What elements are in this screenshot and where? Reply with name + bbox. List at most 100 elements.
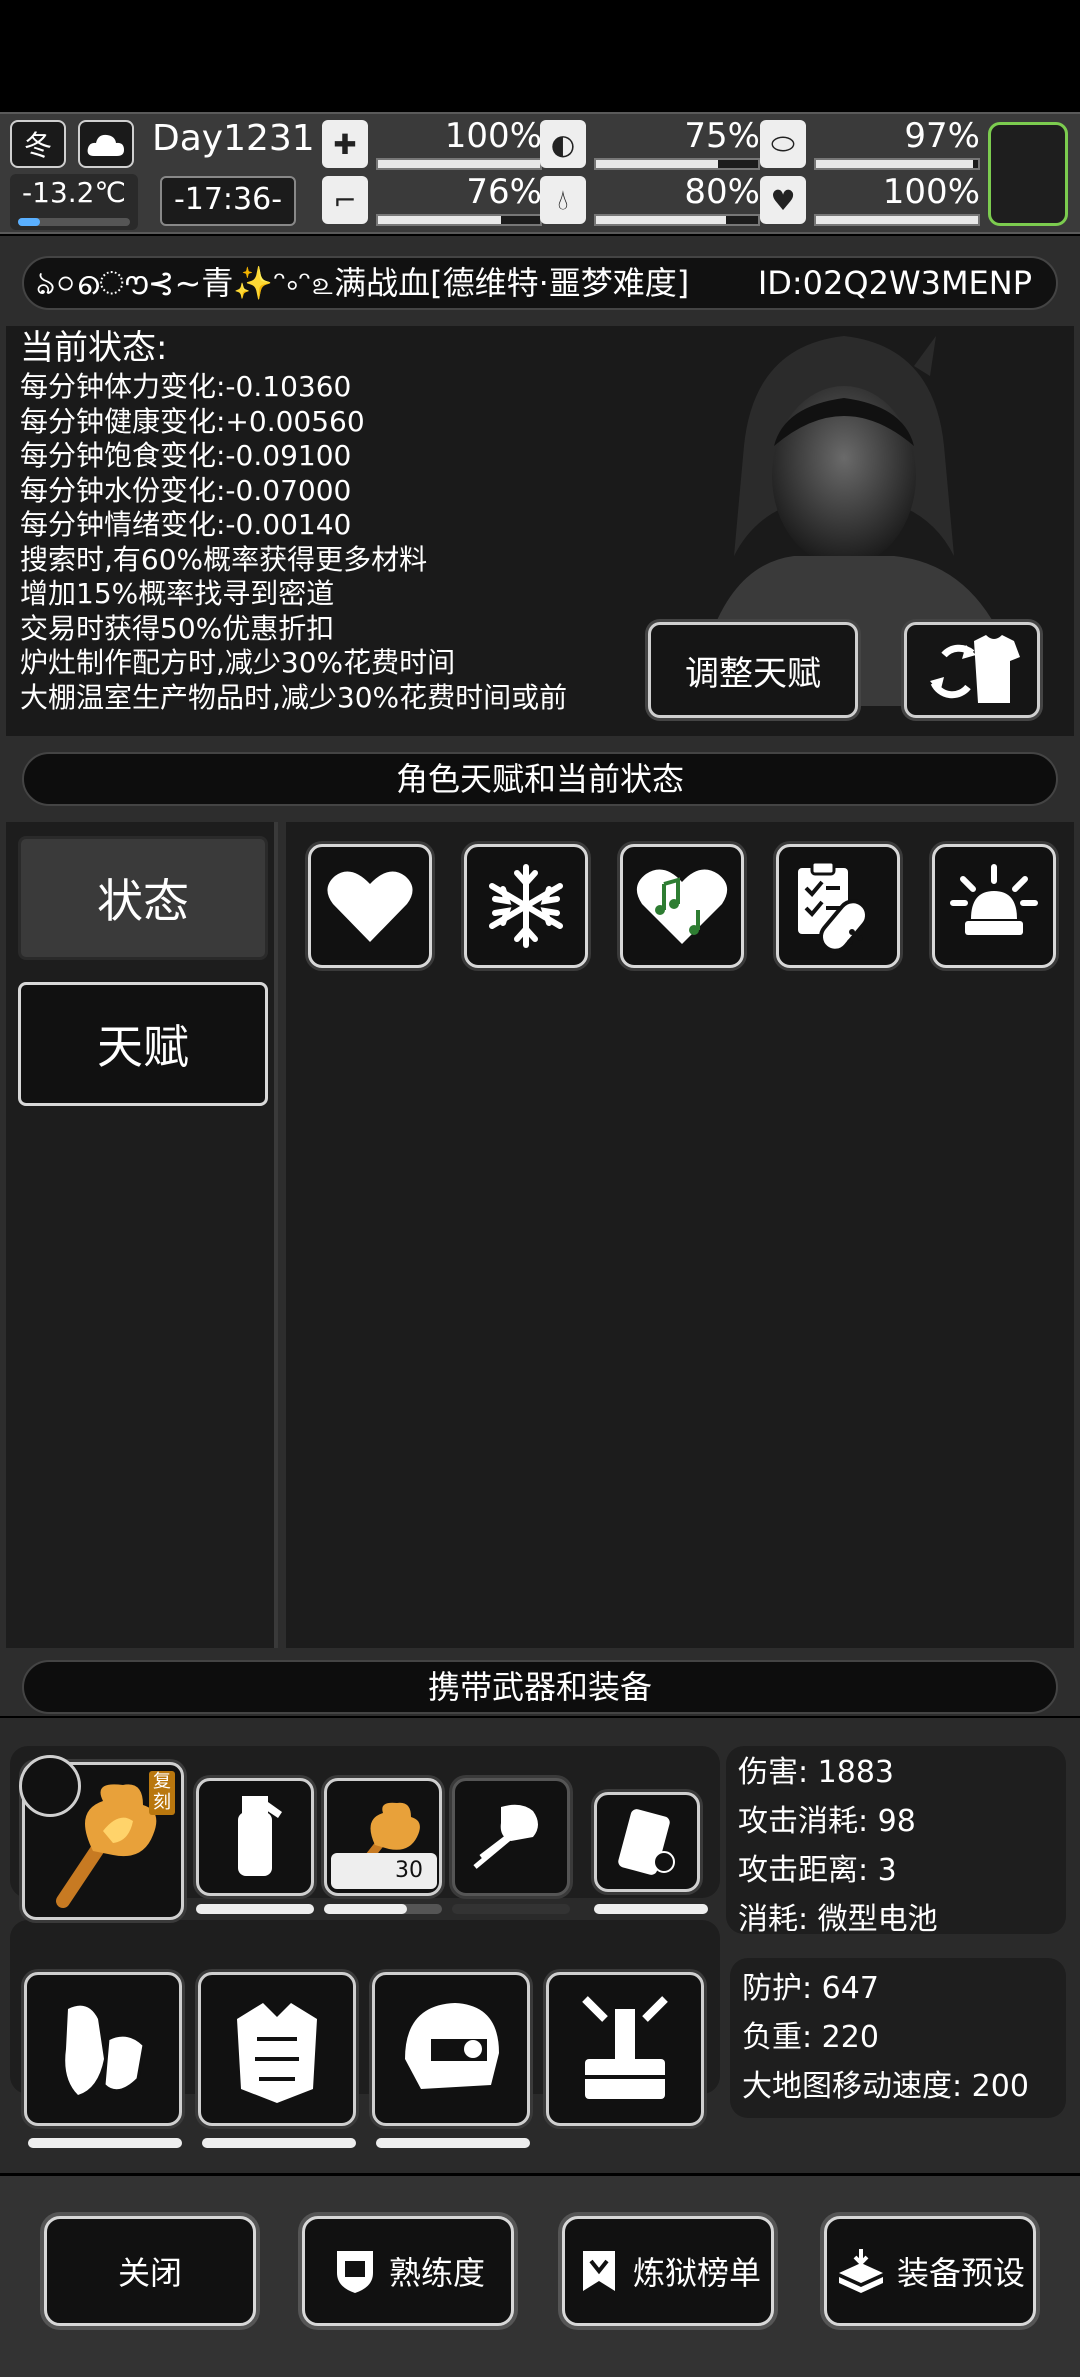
medkit-icon: ✚ bbox=[322, 120, 368, 168]
tab-talent[interactable]: 天赋 bbox=[18, 982, 268, 1106]
water-bar bbox=[594, 214, 760, 226]
gloves-slot[interactable] bbox=[24, 1972, 182, 2126]
weapon-switch-indicator bbox=[19, 1755, 81, 1817]
battery-device-icon bbox=[618, 1809, 675, 1875]
status-line: 每分钟水份变化:-0.07000 bbox=[20, 473, 352, 507]
walk-stat: ⌐ 76% bbox=[322, 172, 542, 228]
grenade-durability bbox=[196, 1904, 314, 1914]
mood-bar bbox=[814, 214, 980, 226]
battery-slot[interactable] bbox=[594, 1792, 700, 1892]
attack-cost-stat: 攻击消耗: 98 bbox=[738, 1804, 916, 1839]
current-status-panel: 当前状态: 每分钟体力变化:-0.10360 每分钟健康变化:+0.00560 … bbox=[6, 326, 1074, 736]
close-label: 关闭 bbox=[117, 2254, 182, 2292]
bottom-action-bar: 关闭 熟练度 炼狱榜单 装备预设 bbox=[0, 2176, 1080, 2377]
proficiency-button[interactable]: 熟练度 bbox=[302, 2216, 514, 2326]
status-line: 每分钟饱食变化:-0.09100 bbox=[20, 439, 352, 472]
water-drop-icon: 💧︎ bbox=[540, 176, 586, 224]
armor-stats: 防护: 647 负重: 220 大地图移动速度: 200 bbox=[730, 1958, 1066, 2118]
satiety-value: 75% bbox=[684, 116, 760, 156]
equipment-section-header: 携带武器和装备 bbox=[22, 1660, 1058, 1714]
close-button[interactable]: 关闭 bbox=[44, 2216, 256, 2326]
medicine-icon[interactable] bbox=[776, 844, 900, 968]
outfit-swap-icon bbox=[930, 635, 1020, 703]
ammo-count: 30 bbox=[395, 1858, 423, 1883]
water-value: 80% bbox=[684, 172, 760, 212]
season-icon: 冬 bbox=[10, 120, 66, 168]
proficiency-label: 熟练度 bbox=[388, 2254, 485, 2292]
consumption-stat: 消耗: 微型电池 bbox=[738, 1902, 938, 1937]
defense-stat: 防护: 647 bbox=[742, 1971, 879, 2006]
body-armor-icon bbox=[237, 2003, 317, 2103]
fist-durability bbox=[452, 1904, 570, 1914]
offhand-durability bbox=[324, 1904, 442, 1914]
status-line: 每分钟体力变化:-0.10360 bbox=[20, 370, 352, 403]
music-heart-icon[interactable] bbox=[620, 844, 744, 968]
body-armor-slot[interactable] bbox=[198, 1972, 356, 2126]
player-id: ID:02Q2W3MENP bbox=[757, 264, 1032, 302]
heart-icon[interactable] bbox=[308, 844, 432, 968]
status-line: 每分钟健康变化:+0.00560 bbox=[20, 404, 365, 438]
status-line: 搜索时,有60%概率获得更多材料 bbox=[20, 542, 428, 576]
equipment-preset-button[interactable]: 装备预设 bbox=[824, 2216, 1036, 2326]
gloves-durability bbox=[28, 2138, 182, 2148]
map-speed-stat: 大地图移动速度: 200 bbox=[742, 2069, 1029, 2104]
helmet-icon bbox=[405, 2003, 499, 2089]
battery-durability bbox=[594, 1904, 708, 1914]
temperature-bar bbox=[18, 218, 130, 226]
gloves-icon bbox=[65, 2005, 146, 2095]
equipment-panel: 复刻 30 伤害: 1883 攻击消耗: 98 攻击距离: 3 消耗: 微型电池… bbox=[0, 1718, 1080, 2173]
adjust-talent-button[interactable]: 调整天赋 bbox=[648, 622, 858, 718]
status-effect-grid bbox=[286, 822, 1074, 1648]
status-line: 炉灶制作配方时,减少30%花费时间 bbox=[20, 646, 456, 679]
health-stat: ✚ 100% bbox=[322, 116, 542, 172]
stamina-stat: ⬭ 97% bbox=[760, 116, 980, 172]
mood-value: 100% bbox=[882, 172, 980, 212]
status-line: 大棚温室生产物品时,减少30%花费时间或前 bbox=[20, 680, 568, 714]
quick-item-slot[interactable] bbox=[988, 122, 1068, 226]
helmet-slot[interactable] bbox=[372, 1972, 530, 2126]
fist-slot[interactable] bbox=[452, 1778, 570, 1896]
helmet-durability bbox=[376, 2138, 530, 2148]
temperature-label: -13.2℃ bbox=[22, 176, 126, 209]
status-line: 每分钟情绪变化:-0.00140 bbox=[20, 508, 352, 541]
season-label: 冬 bbox=[23, 129, 52, 162]
walk-bar bbox=[376, 214, 542, 226]
status-header: 当前状态: bbox=[20, 328, 168, 368]
health-bar bbox=[376, 158, 542, 170]
offhand-weapon-slot[interactable]: 30 bbox=[324, 1778, 442, 1896]
stamina-bar bbox=[814, 158, 980, 170]
status-tab-column: 状态 天赋 bbox=[6, 822, 278, 1648]
temperature-display: -13.2℃ bbox=[10, 174, 138, 230]
satiety-stat: ◐ 75% bbox=[540, 116, 760, 172]
player-name: ঌ০ൌ⊰~青✨ᵔ༚ᵔ௨满战血[德维特·噩梦难度] bbox=[36, 264, 690, 302]
walk-value: 76% bbox=[466, 172, 542, 212]
carry-weight-stat: 负重: 220 bbox=[742, 2020, 879, 2055]
status-line: 增加15%概率找寻到密道 bbox=[20, 577, 335, 610]
player-name-bar: ঌ০ൌ⊰~青✨ᵔ༚ᵔ௨满战血[德维特·噩梦难度] ID:02Q2W3MENP bbox=[22, 256, 1058, 310]
water-stat: 💧︎ 80% bbox=[540, 172, 760, 228]
day-counter: Day1231 bbox=[152, 118, 315, 159]
capsule-icon: ⬭ bbox=[760, 120, 806, 168]
stamina-value: 97% bbox=[904, 116, 980, 156]
punch-icon bbox=[473, 1804, 538, 1869]
grenade-icon bbox=[238, 1796, 282, 1876]
proficiency-icon bbox=[336, 2251, 373, 2293]
damage-stat: 伤害: 1883 bbox=[738, 1755, 894, 1790]
status-hud: 冬 -13.2℃ Day1231 -17:36- ✚ 100% ◐ 75% ⬭ … bbox=[0, 112, 1080, 234]
replica-badge: 复刻 bbox=[149, 1771, 175, 1815]
game-clock: -17:36- bbox=[160, 176, 296, 226]
snowflake-icon[interactable] bbox=[464, 844, 588, 968]
grenade-slot[interactable] bbox=[196, 1778, 314, 1896]
satiety-bar bbox=[594, 158, 760, 170]
change-outfit-button[interactable] bbox=[904, 622, 1040, 718]
main-weapon-slot[interactable]: 复刻 bbox=[19, 1755, 184, 1920]
ranking-button[interactable]: 炼狱榜单 bbox=[562, 2216, 774, 2326]
cloud-icon bbox=[78, 120, 134, 168]
tab-status[interactable]: 状态 bbox=[18, 836, 268, 960]
mood-stat: ♥ 100% bbox=[760, 172, 980, 228]
preset-box-icon bbox=[838, 2249, 883, 2293]
backpack-slot[interactable] bbox=[546, 1972, 704, 2126]
body-armor-durability bbox=[202, 2138, 356, 2148]
talent-section-header: 角色天赋和当前状态 bbox=[22, 752, 1058, 806]
alarm-light-icon[interactable] bbox=[932, 844, 1056, 968]
